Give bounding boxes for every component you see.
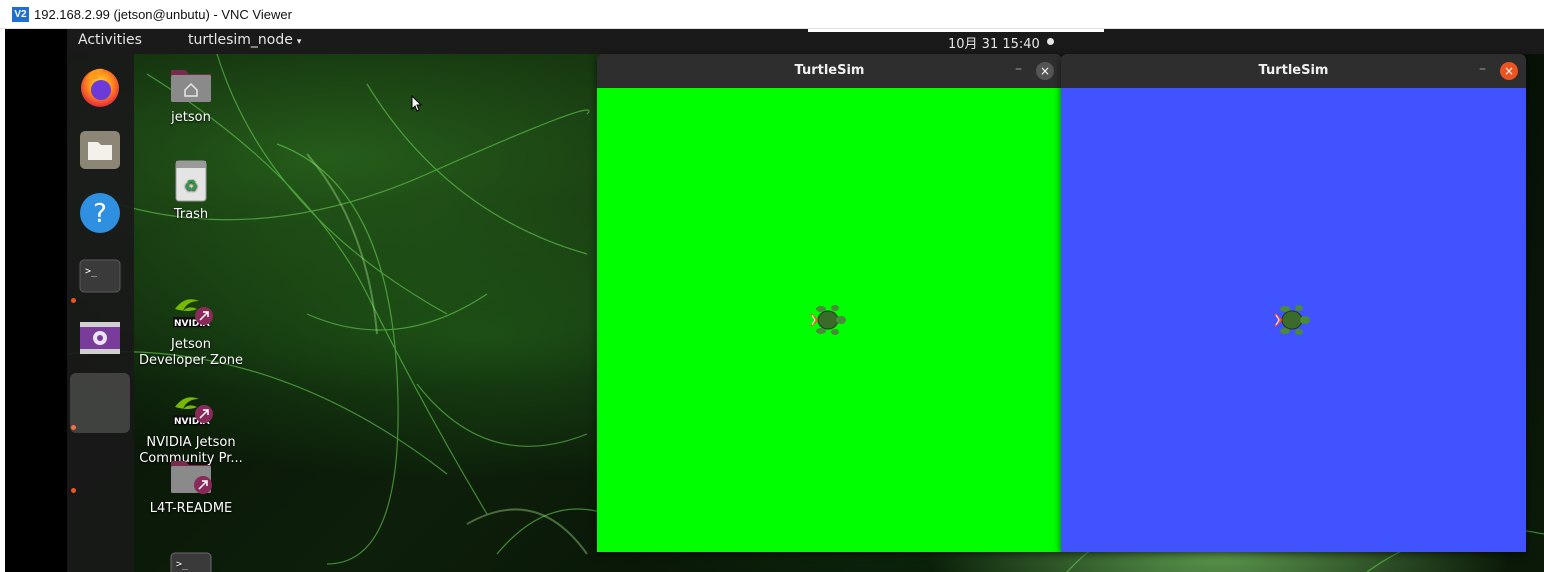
desktop-icon-label: Trash [173,207,209,222]
running-indicator [71,488,76,493]
clock[interactable]: 10月 31 15:40 [948,33,1040,52]
window-title: TurtleSim [1258,63,1329,78]
app-menu-button[interactable]: turtlesim_node ▾ [188,32,301,48]
gnome-top-bar: Activities turtlesim_node ▾ 10月 31 15:40 [67,29,1544,54]
turtle-icon [810,305,846,335]
vnc-window-title: 192.168.2.99 (jetson@unbutu) - VNC Viewe… [34,6,292,22]
nvidia-logo-icon: NVIDIA [169,273,213,329]
desktop-icon-l4t-readme[interactable]: L4T-README [135,453,247,517]
dock-item-terminal[interactable]: >_ [75,251,125,301]
desktop-icon-terminal-shortcut[interactable]: >_ [135,551,247,572]
turtlesim-canvas [597,88,1062,552]
terminal-glyph: >_ [176,559,189,570]
dock-item-video[interactable] [75,313,125,363]
help-glyph: ? [93,199,107,229]
folder-link-icon [169,453,213,497]
vnc-titlebar: V2 192.168.2.99 (jetson@unbutu) - VNC Vi… [0,0,1544,29]
dock-item-turtlesim-active[interactable] [70,373,130,433]
app-menu-label: turtlesim_node [188,32,293,48]
window-titlebar[interactable]: TurtleSim – × [1061,54,1526,88]
desktop-icon-label: jetson [171,110,211,125]
trash-icon: ♻ [169,159,213,203]
terminal-icon: >_ [79,259,121,293]
activities-button[interactable]: Activities [78,32,142,48]
minimize-button[interactable]: – [1015,61,1022,77]
turtlesim-window-green[interactable]: TurtleSim – × [597,54,1062,552]
dock: ? >_ [67,54,134,572]
folder-home-icon [169,62,213,106]
firefox-icon [81,68,119,107]
desktop-icon-jetson[interactable]: jetson [135,62,247,126]
terminal-glyph: >_ [85,266,98,277]
dock-item-help[interactable]: ? [75,188,125,238]
mouse-pointer-icon [411,95,423,112]
vnc-logo-icon: V2 [12,6,29,22]
system-status-icon[interactable] [1047,38,1054,45]
chevron-down-icon: ▾ [296,37,302,47]
topbar-overlay-strip [808,29,1104,32]
terminal-icon: >_ [169,551,213,572]
video-icon [80,322,120,354]
desktop-icon-trash[interactable]: ♻ Trash [135,159,247,223]
svg-text:♻: ♻ [184,176,198,195]
remote-desktop: Activities turtlesim_node▾ 10月 31 15:40 [5,29,1544,572]
turtlesim-canvas [1061,88,1526,552]
minimize-button[interactable]: – [1479,61,1486,77]
help-icon: ? [80,193,120,233]
desktop-left-border [5,29,67,572]
window-titlebar[interactable]: TurtleSim – × [597,54,1062,88]
close-button[interactable]: × [1036,62,1054,80]
desktop-icon-label: L4T-README [149,501,233,516]
running-indicator [71,298,76,303]
turtle-icon [1274,305,1310,335]
nvidia-logo-icon: NVIDIA [169,371,213,427]
files-icon [80,131,120,169]
window-title: TurtleSim [794,63,865,78]
dock-item-firefox[interactable] [75,62,125,112]
dock-item-files[interactable] [75,125,125,175]
turtlesim-window-blue[interactable]: TurtleSim – × [1061,54,1526,552]
close-button[interactable]: × [1500,62,1518,80]
